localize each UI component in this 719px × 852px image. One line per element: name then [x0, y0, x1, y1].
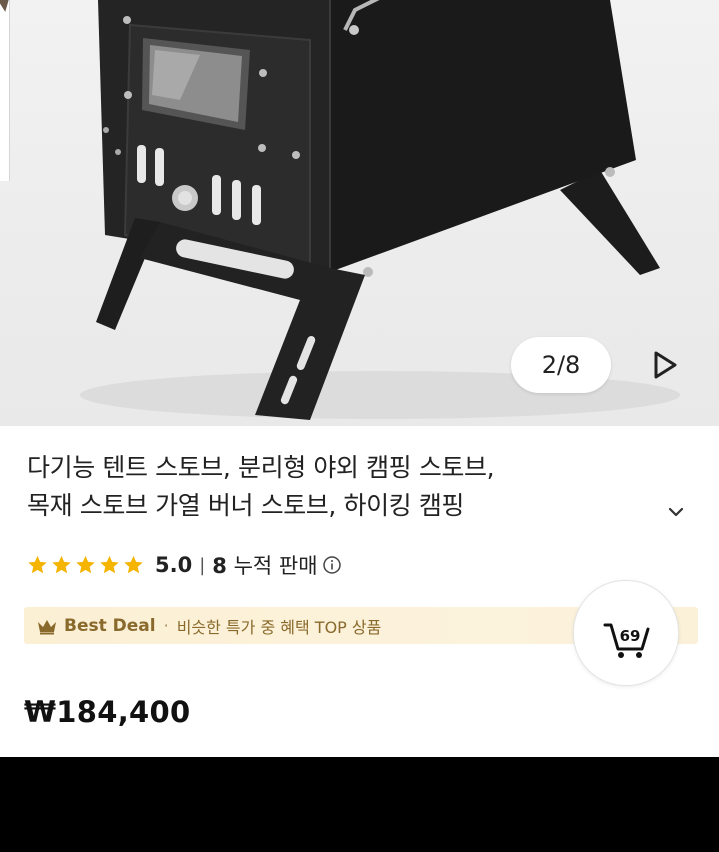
- cart-count: 69: [620, 627, 641, 645]
- sold-info: 8 누적 판매: [212, 550, 317, 580]
- cart-button[interactable]: 69: [573, 580, 679, 686]
- sold-label: 누적 판매: [233, 554, 318, 578]
- divider: |: [199, 554, 206, 576]
- best-deal-description: 비슷한 특가 중 혜택 TOP 상품: [176, 617, 382, 637]
- cart-icon: 69: [603, 623, 650, 658]
- info-icon[interactable]: [322, 555, 342, 575]
- edge-notification-strip: [0, 0, 14, 181]
- product-image[interactable]: 2/8: [0, 0, 719, 426]
- image-counter: 2/8: [511, 337, 611, 393]
- expand-title-button[interactable]: [664, 500, 688, 524]
- crown-icon: [38, 619, 56, 634]
- rating-stars: [26, 554, 145, 576]
- stove-photo: [80, 0, 680, 420]
- product-price: ₩184,400: [24, 695, 191, 729]
- star-icon: [28, 555, 47, 574]
- product-detail-screen: 2/8 다기능 텐트 스토브, 분리형 야외 캠핑 스토브, 목재 스토브 가열…: [0, 0, 719, 757]
- best-deal-label: Best Deal: [64, 615, 156, 636]
- rating-score: 5.0: [155, 553, 193, 577]
- product-title-line-2: 목재 스토브 가열 버너 스토브, 하이킹 캠핑: [27, 491, 465, 520]
- star-icon: [76, 555, 95, 574]
- chevron-down-icon: [668, 507, 684, 517]
- star-icon: [52, 555, 71, 574]
- star-icon: [100, 555, 119, 574]
- star-icon: [124, 555, 143, 574]
- bottom-black-area: [0, 757, 719, 852]
- deal-separator: ·: [163, 616, 169, 635]
- next-image-button[interactable]: [636, 336, 694, 394]
- product-title: 다기능 텐트 스토브, 분리형 야외 캠핑 스토브, 목재 스토브 가열 버너 …: [27, 449, 647, 525]
- rating-row[interactable]: 5.0 | 8 누적 판매: [26, 550, 342, 580]
- sold-count: 8: [212, 554, 227, 578]
- play-next-icon: [654, 351, 677, 379]
- product-title-line-1: 다기능 텐트 스토브, 분리형 야외 캠핑 스토브,: [27, 453, 495, 482]
